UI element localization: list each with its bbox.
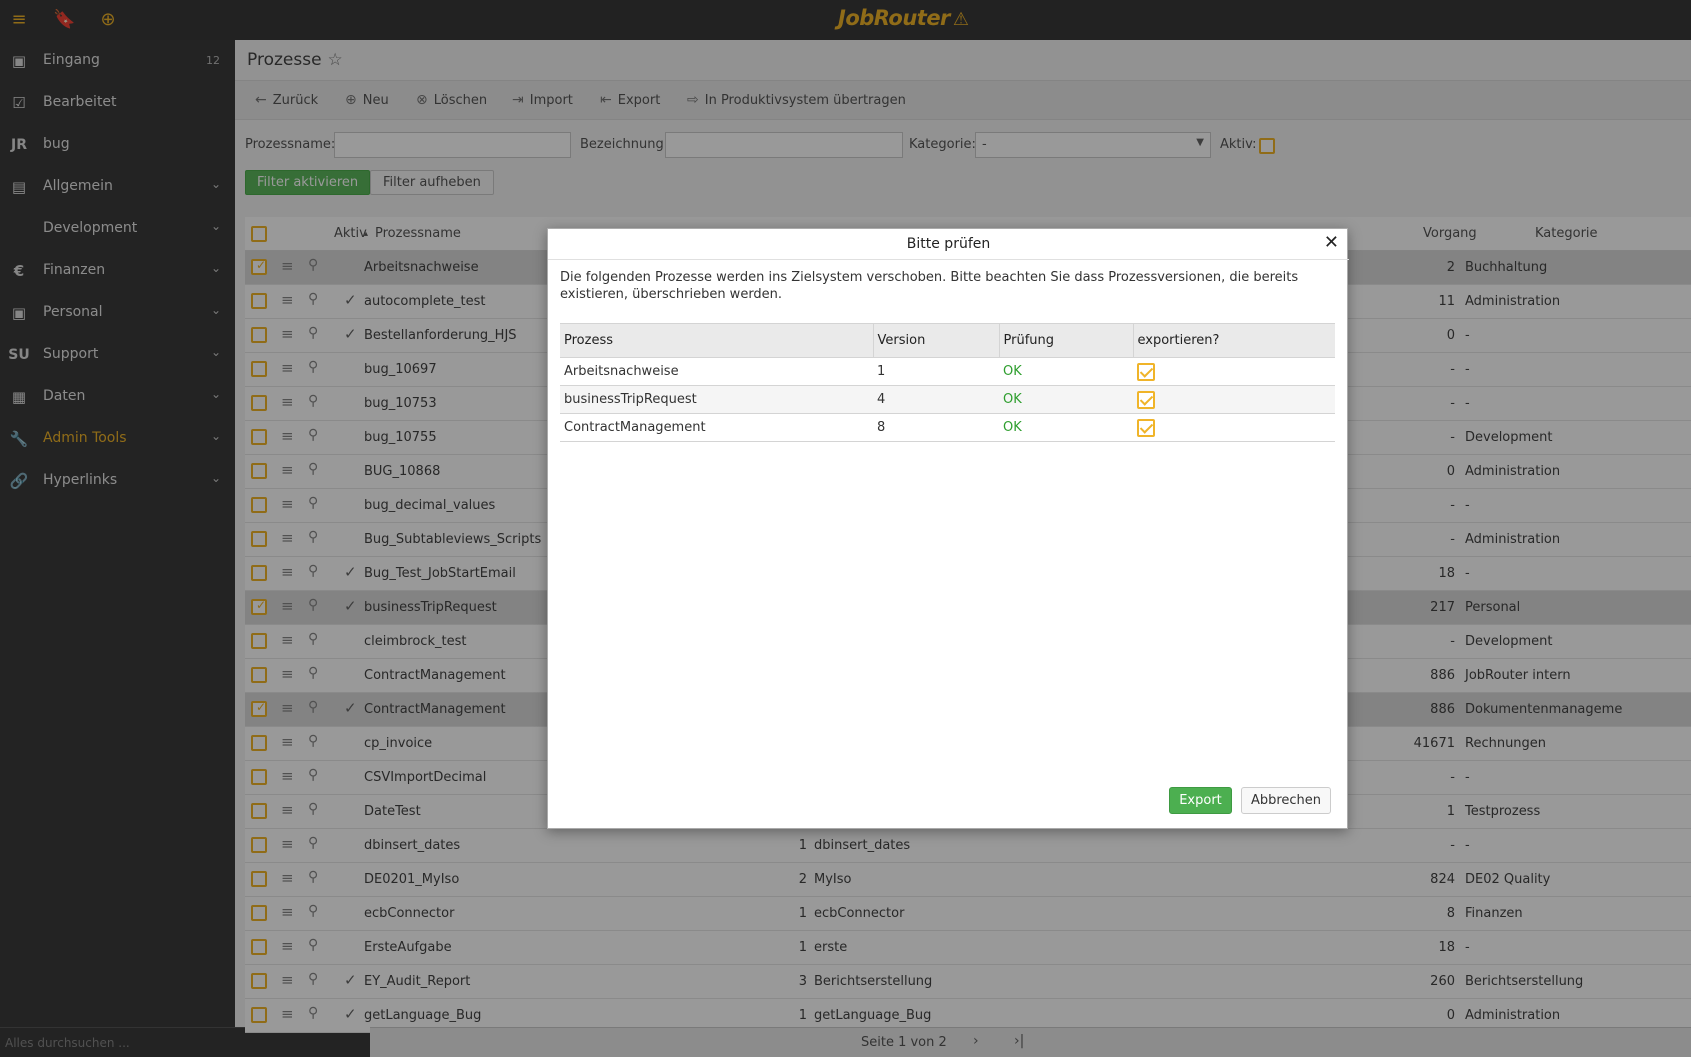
table-row: Arbeitsnachweise 1 OK [560, 357, 1335, 386]
col-pruefung: Prüfung [999, 323, 1134, 358]
col-prozess: Prozess [560, 323, 874, 358]
row-prozess: ContractManagement [560, 413, 873, 442]
row-version: 4 [873, 385, 999, 414]
export-table: Prozess Version Prüfung exportieren? Arb… [560, 323, 1335, 442]
dialog-description: Die folgenden Prozesse werden ins Zielsy… [560, 270, 1299, 302]
col-exportieren: exportieren? [1133, 323, 1335, 358]
row-version: 8 [873, 413, 999, 442]
row-export-cell [1133, 413, 1335, 442]
close-icon[interactable]: ✕ [1324, 232, 1339, 254]
confirm-dialog: Bitte prüfen ✕ Die folgenden Prozesse we… [547, 228, 1349, 829]
row-export-cell [1133, 385, 1335, 414]
export-button[interactable]: Export [1169, 787, 1232, 814]
table-row: businessTripRequest 4 OK [560, 385, 1335, 414]
row-export-cell [1133, 357, 1335, 386]
row-pruefung: OK [999, 413, 1133, 442]
export-checkbox[interactable] [1137, 362, 1155, 381]
row-version: 1 [873, 357, 999, 386]
col-version: Version [873, 323, 1000, 358]
export-checkbox[interactable] [1137, 418, 1155, 437]
table-row: ContractManagement 8 OK [560, 413, 1335, 442]
row-prozess: Arbeitsnachweise [560, 357, 873, 386]
cancel-button[interactable]: Abbrechen [1241, 787, 1331, 814]
dialog-title: Bitte prüfen [548, 229, 1349, 260]
row-pruefung: OK [999, 357, 1133, 386]
row-prozess: businessTripRequest [560, 385, 873, 414]
export-checkbox[interactable] [1137, 390, 1155, 409]
row-pruefung: OK [999, 385, 1133, 414]
